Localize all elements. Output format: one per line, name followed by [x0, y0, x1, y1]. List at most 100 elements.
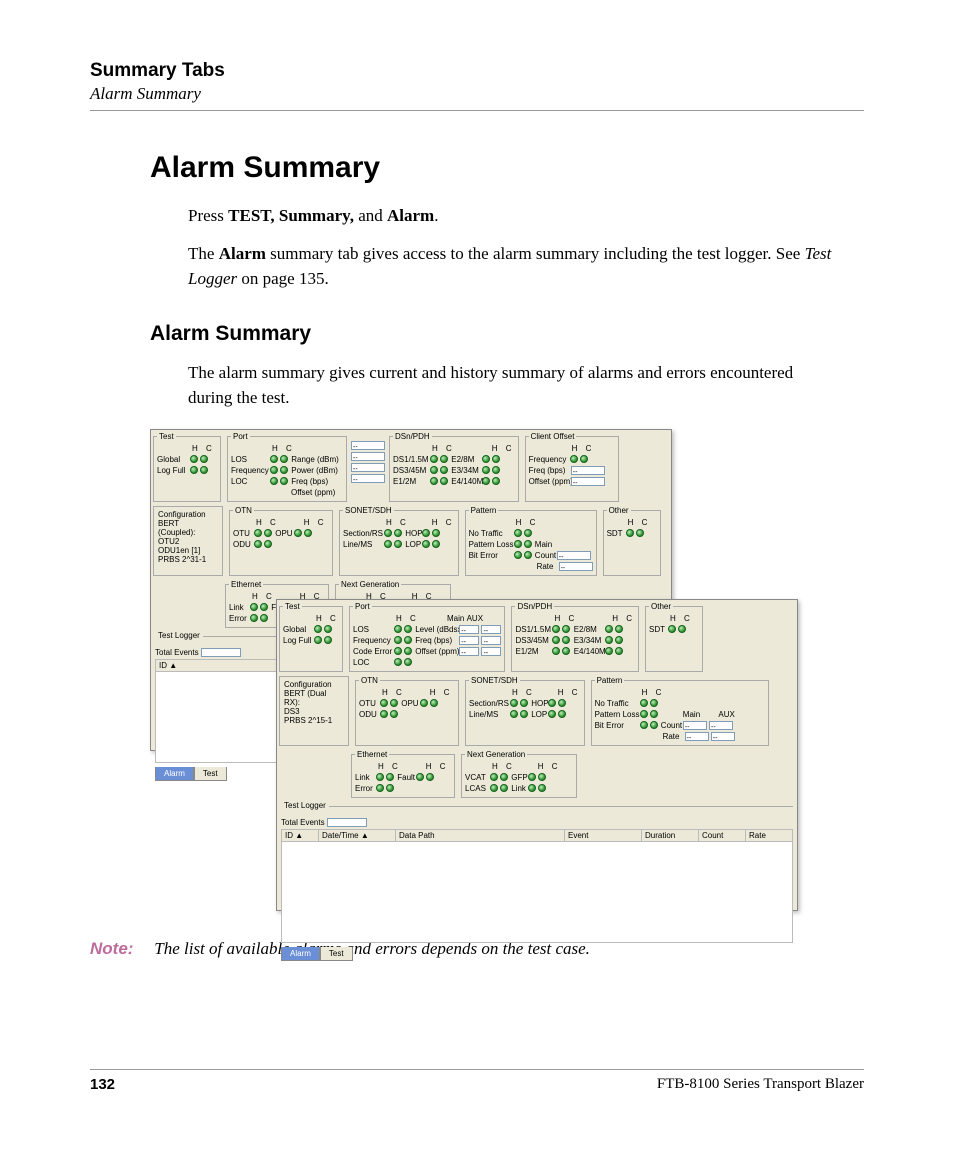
- led-icon: [552, 647, 560, 655]
- lbl-count: Count: [535, 550, 557, 561]
- value-field[interactable]: --: [459, 647, 479, 656]
- cfg-legend: Configuration: [158, 510, 218, 519]
- led-icon: [314, 636, 322, 644]
- value-field[interactable]: --: [711, 732, 735, 741]
- led-icon: [314, 625, 322, 633]
- lbl-e3: E3/34M: [574, 635, 604, 646]
- group-legend: Pattern: [595, 676, 625, 685]
- col-event[interactable]: Event: [565, 829, 642, 841]
- text-bold: Alarm: [219, 244, 266, 263]
- tab-alarm[interactable]: Alarm: [281, 947, 320, 961]
- cfg-line: DS3: [284, 707, 344, 716]
- group-legend: OTN: [359, 676, 380, 685]
- group-test: Test H C Global Log Full: [279, 602, 343, 672]
- sort-icon: ▲: [169, 661, 177, 670]
- led-icon: [384, 540, 392, 548]
- text: summary tab gives access to the alarm su…: [266, 244, 805, 263]
- col-duration[interactable]: Duration: [642, 829, 699, 841]
- lbl-error: Error: [355, 783, 375, 794]
- value-field[interactable]: --: [459, 636, 479, 645]
- cfg-legend: Configuration: [284, 680, 344, 689]
- led-icon: [386, 773, 394, 781]
- lbl-loc: LOC: [353, 657, 393, 668]
- value-field[interactable]: --: [351, 474, 385, 483]
- lbl-ds3: DS3/45M: [393, 465, 429, 476]
- lbl-notraffic: No Traffic: [469, 528, 513, 539]
- led-icon: [270, 455, 278, 463]
- led-icon: [294, 529, 302, 537]
- led-icon: [394, 529, 402, 537]
- led-icon: [200, 466, 208, 474]
- cfg-line: PRBS 2^31-1: [158, 555, 218, 564]
- led-icon: [440, 466, 448, 474]
- col-id[interactable]: ID ▲: [156, 659, 278, 671]
- header-rule: [90, 110, 864, 111]
- sort-icon: ▲: [361, 831, 369, 840]
- group-legend: Next Generation: [339, 580, 401, 589]
- group-port: Port H C LOS Range (dBm) Frequency Power…: [227, 432, 347, 502]
- led-icon: [380, 710, 388, 718]
- sort-icon: ▲: [295, 831, 303, 840]
- lbl-sdt: SDT: [649, 624, 667, 635]
- col-datapath[interactable]: Data Path: [396, 829, 565, 841]
- lbl-range: Range (dBm): [291, 454, 335, 465]
- hc-header: H C: [625, 517, 651, 528]
- led-icon: [492, 477, 500, 485]
- col-datetime[interactable]: Date/Time ▲: [319, 829, 396, 841]
- value-field[interactable]: --: [571, 477, 605, 486]
- value-field[interactable]: --: [559, 562, 593, 571]
- group-legend: DSn/PDH: [515, 602, 554, 611]
- value-field[interactable]: --: [481, 636, 501, 645]
- value-field[interactable]: --: [459, 625, 479, 634]
- col-count[interactable]: Count: [699, 829, 746, 841]
- lbl-error: Error: [229, 613, 249, 624]
- value-field[interactable]: --: [709, 721, 733, 730]
- col-rate[interactable]: Rate: [746, 829, 793, 841]
- led-icon: [636, 529, 644, 537]
- led-icon: [190, 466, 198, 474]
- value-field[interactable]: --: [481, 647, 501, 656]
- total-events-field[interactable]: [327, 818, 367, 827]
- value-field[interactable]: --: [481, 625, 501, 634]
- lbl-hop: HOP: [531, 698, 547, 709]
- led-icon: [490, 784, 498, 792]
- led-icon: [394, 625, 402, 633]
- led-icon: [482, 466, 490, 474]
- total-events-field[interactable]: [201, 648, 241, 657]
- value-field[interactable]: --: [685, 732, 709, 741]
- note-label: Note:: [90, 939, 150, 959]
- lbl-level: Level (dBdsx): [415, 624, 459, 635]
- group-legend: Test: [283, 602, 302, 611]
- led-icon: [490, 773, 498, 781]
- value-field[interactable]: --: [351, 452, 385, 461]
- tab-test[interactable]: Test: [194, 767, 227, 781]
- led-icon: [492, 466, 500, 474]
- led-icon: [200, 455, 208, 463]
- lbl-lcas: LCAS: [465, 783, 489, 794]
- value-field[interactable]: --: [683, 721, 707, 730]
- tab-test[interactable]: Test: [320, 947, 353, 961]
- hc-header: H C: [489, 761, 515, 772]
- group-ethernet: Ethernet H CH C Link Fault Error: [351, 750, 455, 798]
- tab-alarm[interactable]: Alarm: [155, 767, 194, 781]
- lbl-freqbps: Freq (bps): [415, 635, 459, 646]
- led-icon: [270, 466, 278, 474]
- value-field[interactable]: --: [351, 441, 385, 450]
- led-icon: [390, 710, 398, 718]
- col-id[interactable]: ID ▲: [282, 829, 319, 841]
- value-field[interactable]: --: [351, 463, 385, 472]
- hc-header: H C: [427, 687, 453, 698]
- logger-body[interactable]: [281, 842, 793, 943]
- value-field[interactable]: --: [571, 466, 605, 475]
- lbl-hop: HOP: [405, 528, 421, 539]
- led-icon: [404, 625, 412, 633]
- led-icon: [324, 636, 332, 644]
- value-field[interactable]: --: [557, 551, 591, 560]
- led-icon: [524, 551, 532, 559]
- led-icon: [538, 773, 546, 781]
- group-pattern: Pattern H C No Traffic Pattern Loss Main…: [465, 506, 597, 576]
- led-icon: [254, 540, 262, 548]
- footer-product: FTB-8100 Series Transport Blazer: [657, 1076, 864, 1093]
- lbl-link: Link: [355, 772, 375, 783]
- led-icon: [580, 455, 588, 463]
